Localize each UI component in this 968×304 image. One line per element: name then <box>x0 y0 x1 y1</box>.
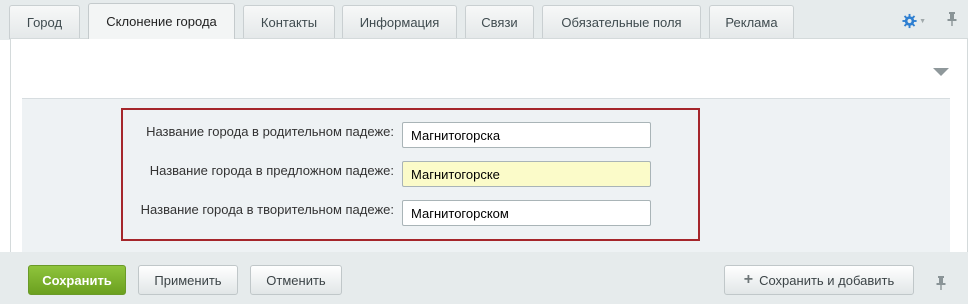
pin-icon[interactable] <box>935 275 947 294</box>
tab-contacts[interactable]: Контакты <box>243 5 335 39</box>
cancel-button[interactable]: Отменить <box>250 265 342 295</box>
genitive-input[interactable] <box>402 122 651 148</box>
save-and-add-label: Сохранить и добавить <box>759 272 895 288</box>
prepositional-input[interactable] <box>402 161 651 187</box>
prepositional-label: Название города в предложном падеже: <box>149 163 394 178</box>
save-and-add-button[interactable]: + Сохранить и добавить <box>724 265 914 295</box>
triangle-down-icon[interactable] <box>933 68 949 76</box>
instrumental-label: Название города в творительном падеже: <box>140 202 394 217</box>
tab-links[interactable]: Связи <box>465 5 534 39</box>
tab-required-fields[interactable]: Обязательные поля <box>542 5 701 39</box>
apply-button[interactable]: Применить <box>138 265 238 295</box>
instrumental-input[interactable] <box>402 200 651 226</box>
plus-icon: + <box>743 271 754 288</box>
pin-icon[interactable] <box>946 11 958 30</box>
chevron-down-icon: ▼ <box>919 17 926 25</box>
genitive-label: Название города в родительном падеже: <box>146 124 394 139</box>
tab-city-declension[interactable]: Склонение города <box>88 3 235 39</box>
tab-information[interactable]: Информация <box>342 5 457 39</box>
gear-icon <box>902 13 917 29</box>
settings-button[interactable]: ▼ <box>902 11 926 31</box>
tab-bar: Город Склонение города Контакты Информац… <box>0 0 968 40</box>
tab-advertising[interactable]: Реклама <box>709 5 794 39</box>
save-button[interactable]: Сохранить <box>28 265 126 295</box>
tab-city[interactable]: Город <box>9 5 80 39</box>
